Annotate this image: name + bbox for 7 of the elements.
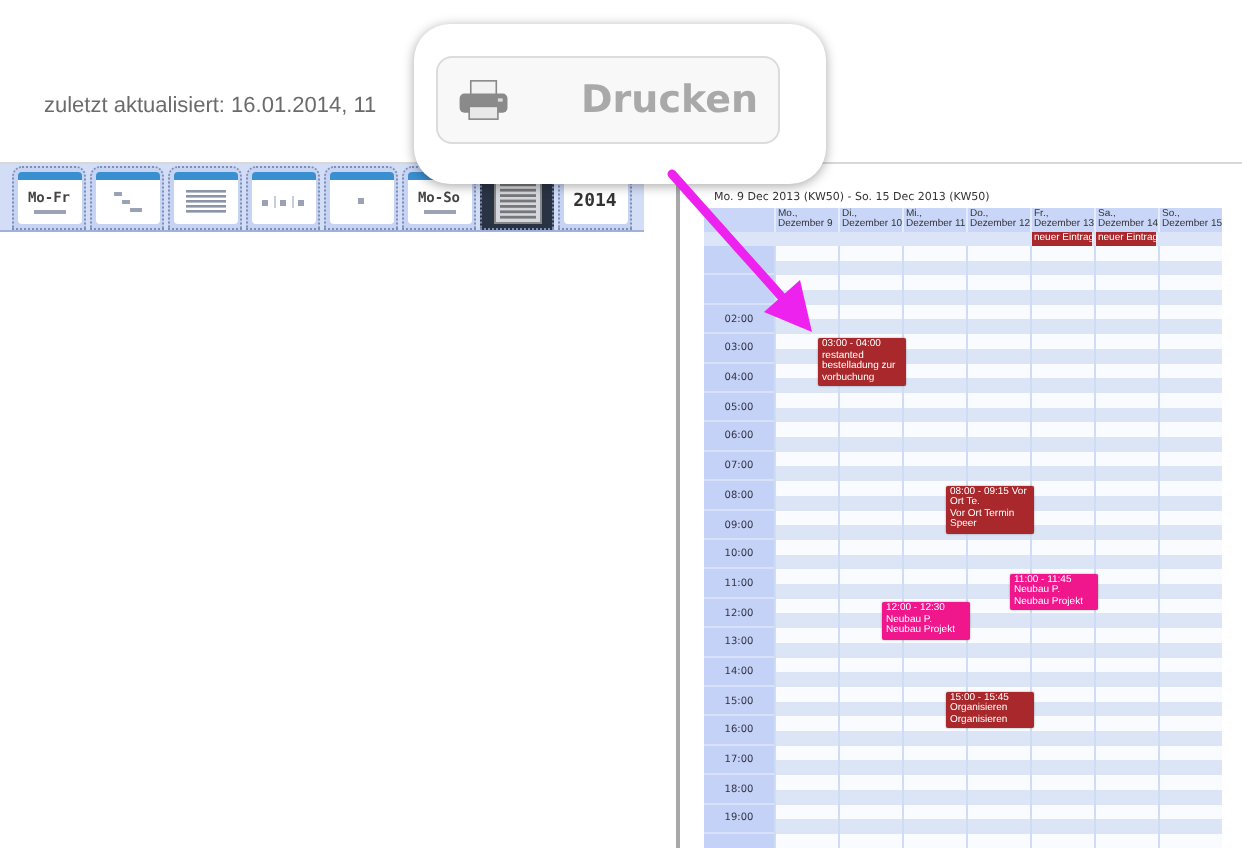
printer-icon bbox=[458, 74, 510, 126]
lines-icon bbox=[185, 189, 225, 215]
calendar-icon bbox=[251, 172, 315, 224]
view-label: 2014 bbox=[573, 192, 617, 212]
last-updated-text: zuletzt aktualisiert: 16.01.2014, 11 bbox=[44, 94, 377, 118]
calendar-icon bbox=[329, 172, 393, 224]
calendar-icon bbox=[95, 172, 159, 224]
